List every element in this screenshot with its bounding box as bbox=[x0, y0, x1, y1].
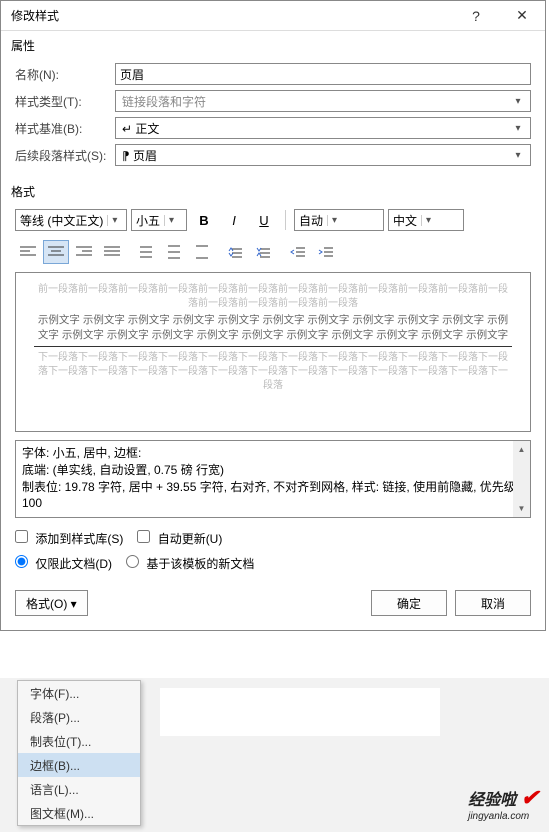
desc-scrollbar[interactable]: ▲ ▼ bbox=[513, 441, 530, 517]
linespacing-1.5-button[interactable] bbox=[161, 240, 187, 264]
modify-style-dialog: 修改样式 ? ✕ 属性 名称(N): 样式类型(T): 链接段落和字符 ▾ 样式… bbox=[0, 0, 546, 631]
titlebar: 修改样式 ? ✕ bbox=[1, 1, 545, 31]
menu-font[interactable]: 字体(F)... bbox=[18, 681, 140, 705]
font-toolbar: 等线 (中文正文)▾ 小五▾ B I U 自动▾ 中文▾ bbox=[1, 204, 545, 236]
preview-prev-text: 前一段落前一段落前一段落前一段落前一段落前一段落前一段落前一段落前一段落前一段落… bbox=[34, 283, 512, 311]
followstyle-combo[interactable]: ⁋ 页眉 ▾ bbox=[115, 144, 531, 166]
dialog-title: 修改样式 bbox=[1, 7, 453, 24]
indent-increase-button[interactable] bbox=[313, 240, 339, 264]
font-color-combo[interactable]: 自动▾ bbox=[294, 209, 384, 231]
chevron-down-icon[interactable]: ▾ bbox=[510, 150, 526, 161]
add-to-gallery-check[interactable]: 添加到样式库(S) bbox=[15, 530, 123, 547]
section-format: 格式 bbox=[1, 177, 545, 204]
desc-line1: 字体: 小五, 居中, 边框: bbox=[22, 445, 524, 462]
name-label: 名称(N): bbox=[15, 66, 115, 83]
close-button[interactable]: ✕ bbox=[499, 1, 545, 31]
followstyle-label: 后续段落样式(S): bbox=[15, 147, 115, 164]
align-justify-button[interactable] bbox=[99, 240, 125, 264]
bold-button[interactable]: B bbox=[191, 208, 217, 232]
menu-border[interactable]: 边框(B)... bbox=[18, 753, 140, 777]
underline-button[interactable]: U bbox=[251, 208, 277, 232]
menu-language[interactable]: 语言(L)... bbox=[18, 777, 140, 801]
basedon-label: 样式基准(B): bbox=[15, 120, 115, 137]
linespacing-1-button[interactable] bbox=[133, 240, 159, 264]
cancel-button[interactable]: 取消 bbox=[455, 590, 531, 616]
format-button[interactable]: 格式(O) ▾ bbox=[15, 590, 88, 616]
font-size-combo[interactable]: 小五▾ bbox=[131, 209, 187, 231]
name-input[interactable] bbox=[115, 63, 531, 85]
preview-sample-text: 示例文字 示例文字 示例文字 示例文字 示例文字 示例文字 示例文字 示例文字 … bbox=[34, 313, 512, 347]
chevron-down-icon: ▾ bbox=[510, 96, 526, 107]
menu-tabs[interactable]: 制表位(T)... bbox=[18, 729, 140, 753]
space-before-inc-button[interactable] bbox=[223, 240, 249, 264]
styletype-label: 样式类型(T): bbox=[15, 93, 115, 110]
preview-box: 前一段落前一段落前一段落前一段落前一段落前一段落前一段落前一段落前一段落前一段落… bbox=[15, 272, 531, 432]
this-doc-radio[interactable]: 仅限此文档(D) bbox=[15, 555, 112, 572]
align-center-button[interactable] bbox=[43, 240, 69, 264]
watermark: 经验啦 ✔ jingyanla.com bbox=[468, 785, 539, 822]
linespacing-2-button[interactable] bbox=[189, 240, 215, 264]
menu-paragraph[interactable]: 段落(P)... bbox=[18, 705, 140, 729]
desc-line2: 底端: (单实线, 自动设置, 0.75 磅 行宽) bbox=[22, 462, 524, 479]
preview-next-text: 下一段落下一段落下一段落下一段落下一段落下一段落下一段落下一段落下一段落下一段落… bbox=[34, 351, 512, 393]
ok-button[interactable]: 确定 bbox=[371, 590, 447, 616]
auto-update-check[interactable]: 自动更新(U) bbox=[137, 530, 222, 547]
template-radio[interactable]: 基于该模板的新文档 bbox=[126, 555, 254, 572]
scroll-up-icon[interactable]: ▲ bbox=[513, 441, 530, 458]
font-family-combo[interactable]: 等线 (中文正文)▾ bbox=[15, 209, 127, 231]
space-before-dec-button[interactable] bbox=[251, 240, 277, 264]
language-combo[interactable]: 中文▾ bbox=[388, 209, 464, 231]
indent-decrease-button[interactable] bbox=[285, 240, 311, 264]
chevron-down-icon[interactable]: ▾ bbox=[510, 123, 526, 134]
align-right-button[interactable] bbox=[71, 240, 97, 264]
basedon-combo[interactable]: ↵ 正文 ▾ bbox=[115, 117, 531, 139]
paragraph-toolbar bbox=[1, 236, 545, 272]
styletype-combo: 链接段落和字符 ▾ bbox=[115, 90, 531, 112]
align-left-button[interactable] bbox=[15, 240, 41, 264]
help-button[interactable]: ? bbox=[453, 1, 499, 31]
italic-button[interactable]: I bbox=[221, 208, 247, 232]
scroll-down-icon[interactable]: ▼ bbox=[513, 500, 530, 517]
menu-frame[interactable]: 图文框(M)... bbox=[18, 801, 140, 825]
format-dropdown-menu: 字体(F)... 段落(P)... 制表位(T)... 边框(B)... 语言(… bbox=[17, 680, 141, 826]
description-box: 字体: 小五, 居中, 边框: 底端: (单实线, 自动设置, 0.75 磅 行… bbox=[15, 440, 531, 518]
desc-line3: 制表位: 19.78 字符, 居中 + 39.55 字符, 右对齐, 不对齐到网… bbox=[22, 479, 524, 513]
section-properties: 属性 bbox=[1, 31, 545, 58]
